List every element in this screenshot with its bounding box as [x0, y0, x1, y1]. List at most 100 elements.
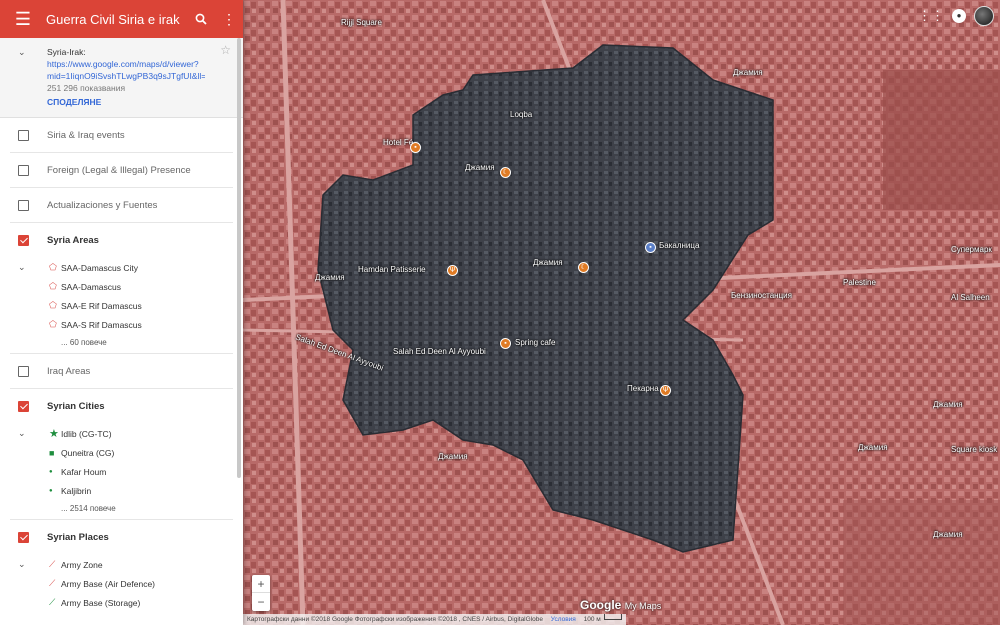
item-label: Army Base (Storage) — [61, 597, 141, 608]
mosque-pin-icon[interactable]: ☾ — [578, 262, 589, 273]
item-label: Army Base (Air Defence) — [61, 578, 155, 589]
layer-name: Syria Areas — [47, 235, 99, 246]
collapse-chevron-icon[interactable]: ⌄ — [18, 262, 26, 273]
list-item[interactable]: ⌄ ★ Idlib (CG-TC) — [0, 424, 243, 443]
map-info: ⌄ ☆ Syria-Irak: https://www.google.com/m… — [0, 38, 243, 118]
map-name: Syria-Irak: — [47, 47, 86, 57]
rifle-icon: ⟋ — [49, 578, 56, 588]
map-label: Джамия — [933, 400, 963, 409]
layer-syrian-places[interactable]: Syrian Places — [10, 520, 233, 555]
collapse-chevron-icon[interactable]: ⌄ — [18, 559, 26, 570]
map-link[interactable]: https://www.google.com/maps/d/viewer? — [47, 58, 205, 70]
map-label: Square kiosk — [951, 445, 998, 454]
layer-siria-iraq-events[interactable]: Siria & Iraq events — [10, 118, 233, 153]
list-item[interactable]: ⬠ SAA-S Rif Damascus — [0, 315, 243, 334]
more-link[interactable]: ... 60 повече — [0, 334, 243, 353]
layer-checkbox[interactable] — [18, 532, 29, 543]
shop-pin-icon[interactable]: ▪ — [645, 242, 656, 253]
map-label: Hotel Fé — [383, 138, 414, 147]
more-label[interactable]: ... 2514 повече — [61, 504, 116, 513]
bakery-pin-icon[interactable]: Ψ — [660, 385, 671, 396]
layer-checkbox[interactable] — [18, 401, 29, 412]
notifications-icon[interactable]: ● — [952, 9, 966, 23]
layer-checkbox[interactable] — [18, 199, 29, 211]
panel-scrollbar[interactable] — [237, 38, 241, 478]
layer-syrian-cities[interactable]: Syrian Cities — [10, 389, 233, 424]
map-label: Palestine — [843, 278, 876, 287]
map-label: Бензиностанция — [731, 291, 792, 300]
item-label: SAA-E Rif Damascus — [61, 300, 142, 311]
logo-text: Google — [580, 598, 622, 612]
layer-name: Foreign (Legal & Illegal) Presence — [47, 164, 191, 176]
map-label: Loqba — [510, 110, 533, 119]
layer-checkbox[interactable] — [18, 164, 29, 176]
polygon-icon: ⬠ — [49, 319, 57, 329]
account-bar: ⋮⋮ ● — [918, 6, 994, 26]
layer-checkbox[interactable] — [18, 365, 29, 377]
cafe-pin-icon[interactable]: ▪ — [500, 338, 511, 349]
layer-syria-areas[interactable]: Syria Areas — [10, 223, 233, 258]
share-button[interactable]: СПОДЕЛЯНЕ — [47, 96, 101, 108]
item-label: Kafar Houm — [61, 466, 107, 477]
scale-bar — [603, 614, 622, 620]
item-label: Quneitra (CG) — [61, 447, 115, 458]
item-label: SAA-Damascus — [61, 281, 121, 292]
collapse-chevron-icon[interactable]: ⌄ — [18, 46, 26, 58]
view-count: 251 296 показвания — [47, 83, 126, 93]
map-label: Джамия — [733, 68, 763, 77]
hotel-pin-icon[interactable]: ▪ — [410, 142, 421, 153]
item-label: Idlib (CG-TC) — [61, 428, 112, 439]
star-icon[interactable]: ☆ — [220, 44, 231, 56]
more-link[interactable]: ... 2514 повече — [0, 500, 243, 519]
map-label: Джамия — [858, 443, 888, 452]
layer-actualizaciones[interactable]: Actualizaciones y Fuentes — [10, 188, 233, 223]
rifle-icon: ⟋ — [49, 559, 56, 569]
list-item[interactable]: ● Kaljibrin — [0, 481, 243, 500]
more-label[interactable]: ... 60 повече — [61, 338, 107, 347]
layer-name: Syrian Places — [47, 532, 109, 543]
list-item[interactable]: ⌄ ⬠ SAA-Damascus City — [0, 258, 243, 277]
polygon-icon: ⬠ — [49, 300, 57, 310]
layer-checkbox[interactable] — [18, 235, 29, 246]
layer-foreign-presence[interactable]: Foreign (Legal & Illegal) Presence — [10, 153, 233, 188]
item-label: SAA-S Rif Damascus — [61, 319, 142, 330]
zoom-in-button[interactable]: + — [252, 575, 270, 593]
square-marker-icon: ■ — [49, 447, 55, 458]
menu-icon[interactable]: ☰ — [0, 0, 46, 38]
layer-name: Iraq Areas — [47, 365, 91, 377]
zoom-control: + − — [252, 575, 270, 611]
map-label: Rijjl Square — [341, 18, 382, 27]
map-link-line2[interactable]: mid=1IiqnO9iSvshTLwgPB3q9sJTgfUI&ll=3 — [47, 70, 205, 82]
avatar[interactable] — [974, 6, 994, 26]
layer-iraq-areas[interactable]: Iraq Areas — [10, 354, 233, 389]
list-item[interactable]: ⬠ SAA-E Rif Damascus — [0, 296, 243, 315]
list-item[interactable]: ⌄ ⟋ Army Zone — [0, 555, 243, 574]
zoom-out-button[interactable]: − — [252, 593, 270, 611]
map-canvas[interactable]: Rijjl Square Hotel Fé ▪ Loqba Джамия ☾ H… — [243, 0, 1000, 625]
map-label: Salah Ed Deen Al Ayyoubi — [393, 347, 486, 356]
collapse-chevron-icon[interactable]: ⌄ — [18, 428, 26, 439]
item-label: Kaljibrin — [61, 485, 92, 496]
list-item[interactable]: ■ Quneitra (CG) — [0, 443, 243, 462]
mosque-pin-icon[interactable]: ☾ — [500, 167, 511, 178]
item-label: Army Zone — [61, 559, 103, 570]
apps-grid-icon[interactable]: ⋮⋮ — [918, 8, 944, 24]
map-label: Al Salheen — [951, 293, 990, 302]
restaurant-pin-icon[interactable]: Ψ — [447, 265, 458, 276]
list-item[interactable]: ⟋ Army Base (Air Defence) — [0, 574, 243, 593]
layer-checkbox[interactable] — [18, 129, 29, 141]
map-label: Джамия — [438, 452, 468, 461]
list-item[interactable]: ● Kafar Houm — [0, 462, 243, 481]
list-item[interactable]: ⟋ Army Base (Storage) — [0, 593, 243, 612]
layer-name: Siria & Iraq events — [47, 129, 125, 141]
star-marker-icon: ★ — [49, 428, 59, 440]
attribution-bar: Картографски данни ©2018 Google Фотограф… — [243, 614, 626, 625]
scale-label: 100 м — [583, 616, 601, 623]
map-title: Guerra Civil Siria e irak — [46, 11, 180, 27]
item-label: SAA-Damascus City — [61, 262, 138, 273]
terms-link[interactable]: Условия — [551, 616, 576, 623]
search-icon[interactable] — [187, 0, 215, 38]
more-vert-icon[interactable]: ⋮ — [215, 0, 243, 38]
logo-suffix: My Maps — [624, 601, 662, 611]
list-item[interactable]: ⬠ SAA-Damascus — [0, 277, 243, 296]
